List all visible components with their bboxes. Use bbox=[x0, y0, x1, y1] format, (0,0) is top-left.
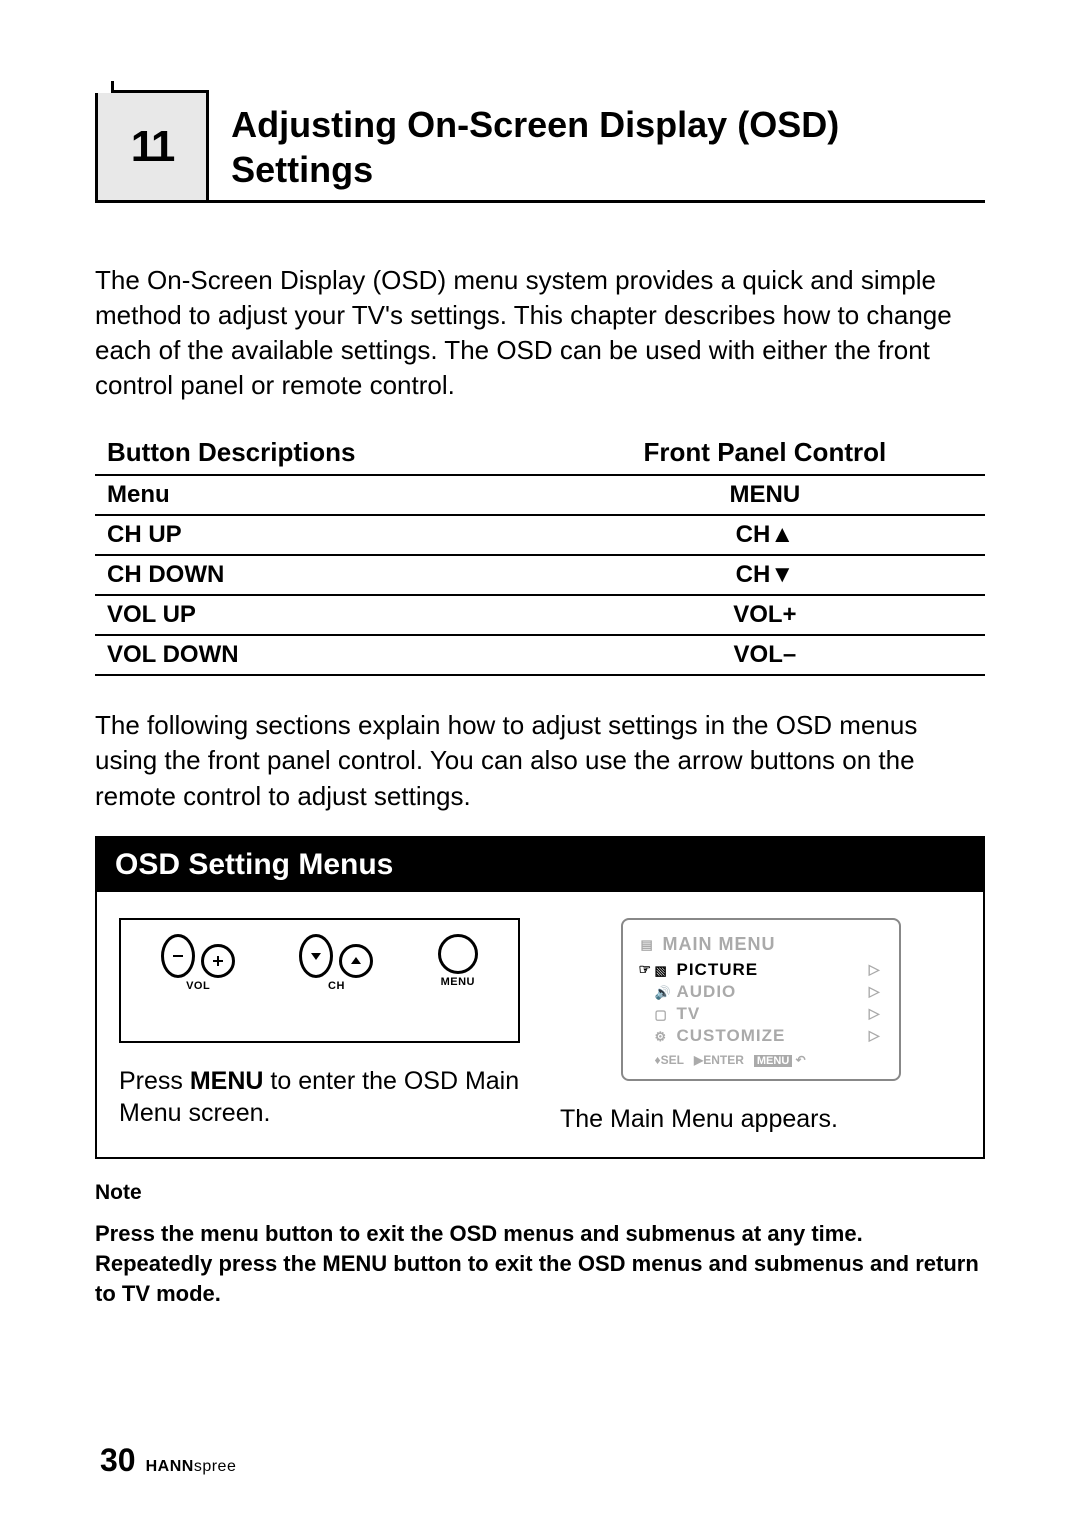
table-row: CH UP CH▲ bbox=[95, 515, 985, 555]
menu-back-hint: MENU ↶ bbox=[754, 1053, 806, 1067]
pointer-icon: ☞ bbox=[639, 961, 653, 978]
menu-item-picture: ☞ ▧ PICTURE ▷ bbox=[641, 959, 881, 981]
menu-title-text: MAIN MENU bbox=[663, 934, 776, 955]
osd-main-menu-screen: ▤ MAIN MENU ☞ ▧ PICTURE ▷ 🔊 AUDIO ▷ ▢ TV bbox=[621, 918, 901, 1081]
note-section: Note Press the menu button to exit the O… bbox=[95, 1181, 985, 1308]
customize-icon: ⚙ bbox=[655, 1029, 671, 1043]
menu-button-icon bbox=[438, 934, 478, 974]
menu-footer-hints: ♦SEL ▶ENTER MENU ↶ bbox=[641, 1053, 881, 1067]
table-cell-control: CH▼ bbox=[545, 555, 985, 595]
table-header-right: Front Panel Control bbox=[545, 431, 985, 475]
table-cell-desc: Menu bbox=[95, 475, 545, 515]
brand-logo: HANNspree bbox=[146, 1458, 237, 1476]
caption-bold: MENU bbox=[190, 1067, 264, 1095]
menu-item-label: PICTURE bbox=[677, 960, 759, 980]
menu-item-tv: ▢ TV ▷ bbox=[641, 1003, 881, 1025]
table-cell-control: MENU bbox=[545, 475, 985, 515]
ch-down-button-icon bbox=[299, 934, 333, 978]
picture-icon: ▧ bbox=[655, 963, 671, 977]
menu-button-group: MENU bbox=[438, 934, 478, 988]
osd-box-body: VOL CH MENU bbox=[97, 892, 983, 1158]
table-row: VOL UP VOL+ bbox=[95, 595, 985, 635]
table-cell-control: VOL+ bbox=[545, 595, 985, 635]
audio-icon: 🔊 bbox=[655, 985, 671, 999]
note-label: Note bbox=[95, 1181, 985, 1205]
enter-hint: ▶ENTER bbox=[694, 1053, 744, 1067]
table-row: CH DOWN CH▼ bbox=[95, 555, 985, 595]
chevron-right-icon: ▷ bbox=[869, 1027, 881, 1044]
osd-right-column: ▤ MAIN MENU ☞ ▧ PICTURE ▷ 🔊 AUDIO ▷ ▢ TV bbox=[560, 918, 961, 1136]
table-cell-control: CH▲ bbox=[545, 515, 985, 555]
table-row: Menu MENU bbox=[95, 475, 985, 515]
chevron-right-icon: ▷ bbox=[869, 1005, 881, 1022]
osd-setting-menus-box: OSD Setting Menus VOL bbox=[95, 836, 985, 1160]
vol-label: VOL bbox=[186, 980, 210, 992]
note-text: Press the menu button to exit the OSD me… bbox=[95, 1219, 985, 1308]
menu-label: MENU bbox=[441, 976, 475, 988]
ch-label: CH bbox=[328, 980, 345, 992]
table-cell-desc: VOL UP bbox=[95, 595, 545, 635]
explanation-paragraph: The following sections explain how to ad… bbox=[95, 708, 985, 813]
menu-screen-icon: ▤ bbox=[641, 937, 657, 951]
osd-right-caption: The Main Menu appears. bbox=[560, 1103, 961, 1136]
table-cell-control: VOL– bbox=[545, 635, 985, 675]
chevron-right-icon: ▷ bbox=[869, 961, 881, 978]
vol-down-button-icon bbox=[161, 934, 195, 978]
osd-left-column: VOL CH MENU bbox=[119, 918, 520, 1136]
ch-up-button-icon bbox=[339, 944, 373, 978]
vol-up-button-icon bbox=[201, 944, 235, 978]
menu-item-label: CUSTOMIZE bbox=[677, 1026, 786, 1046]
table-header-left: Button Descriptions bbox=[95, 431, 545, 475]
menu-item-label: AUDIO bbox=[677, 982, 737, 1002]
page-number: 30 bbox=[100, 1442, 136, 1479]
chapter-number-box: 11 bbox=[95, 90, 209, 200]
menu-item-customize: ⚙ CUSTOMIZE ▷ bbox=[641, 1025, 881, 1047]
chapter-header: 11 Adjusting On-Screen Display (OSD) Set… bbox=[95, 90, 985, 203]
tv-icon: ▢ bbox=[655, 1007, 671, 1021]
vol-button-group: VOL bbox=[161, 934, 235, 992]
page-footer: 30 HANNspree bbox=[100, 1442, 236, 1479]
table-cell-desc: VOL DOWN bbox=[95, 635, 545, 675]
chapter-number: 11 bbox=[131, 122, 174, 172]
ch-button-group: CH bbox=[299, 934, 373, 992]
button-descriptions-table: Button Descriptions Front Panel Control … bbox=[95, 431, 985, 676]
menu-item-audio: 🔊 AUDIO ▷ bbox=[641, 981, 881, 1003]
osd-left-caption: Press MENU to enter the OSD Main Menu sc… bbox=[119, 1065, 520, 1130]
sel-hint: ♦SEL bbox=[655, 1053, 684, 1067]
front-panel-diagram: VOL CH MENU bbox=[119, 918, 520, 1043]
menu-title-row: ▤ MAIN MENU bbox=[641, 934, 881, 955]
table-cell-desc: CH DOWN bbox=[95, 555, 545, 595]
chevron-right-icon: ▷ bbox=[869, 983, 881, 1000]
osd-box-header: OSD Setting Menus bbox=[97, 838, 983, 892]
table-cell-desc: CH UP bbox=[95, 515, 545, 555]
chapter-title: Adjusting On-Screen Display (OSD) Settin… bbox=[231, 90, 985, 200]
table-row: VOL DOWN VOL– bbox=[95, 635, 985, 675]
menu-item-label: TV bbox=[677, 1004, 701, 1024]
caption-text: Press bbox=[119, 1067, 190, 1095]
intro-paragraph: The On-Screen Display (OSD) menu system … bbox=[95, 263, 985, 403]
